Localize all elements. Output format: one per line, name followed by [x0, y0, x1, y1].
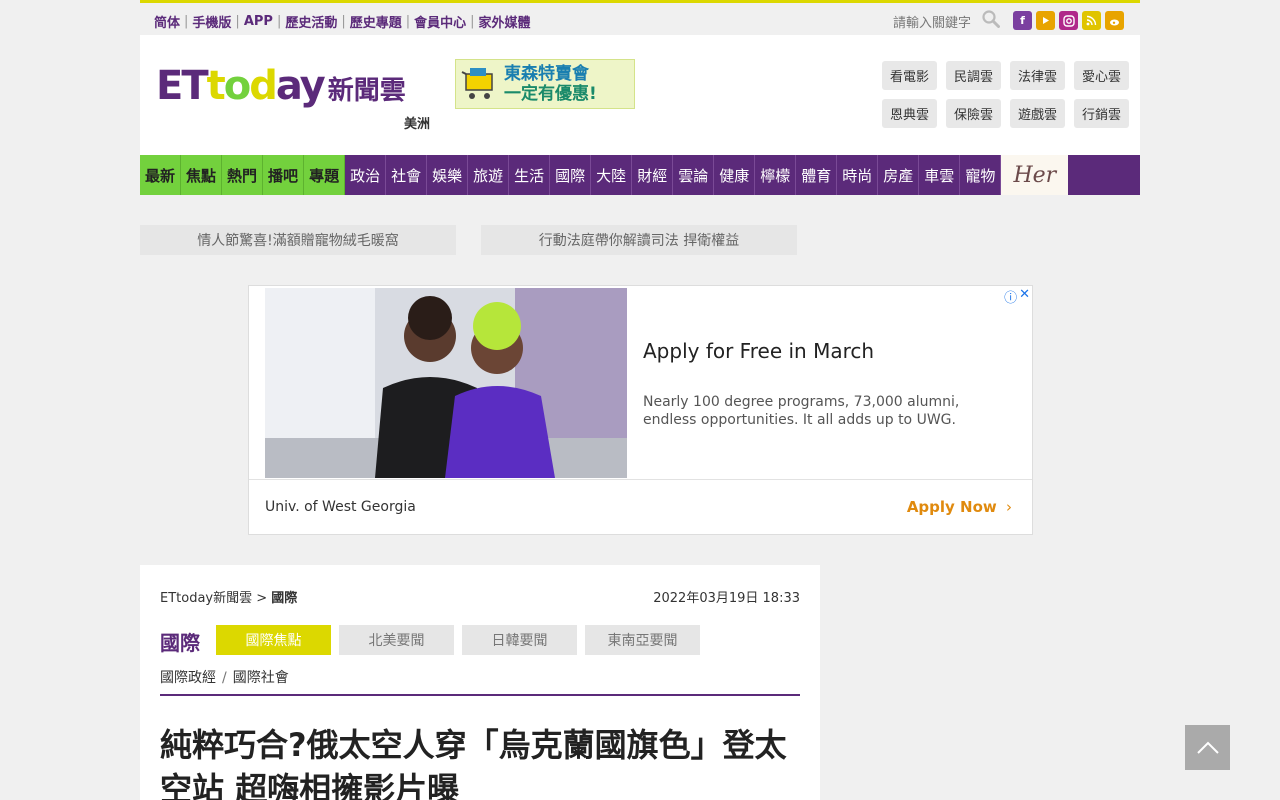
ad-controls: ⓘ ✕ [1004, 287, 1030, 306]
promo-strip-court[interactable]: 行動法庭帶你解讀司法 捍衛權益 [481, 225, 797, 255]
section-sublinks: 國際政經 / 國際社會 [160, 670, 289, 686]
ad-divider [249, 479, 1032, 480]
advertisement[interactable]: ⓘ ✕ Apply for Free in March Nearly 100 d… [248, 285, 1033, 535]
shopping-cart-icon [456, 60, 504, 108]
facebook-icon[interactable]: f [1013, 11, 1032, 30]
chevron-right-icon: › [1006, 498, 1012, 516]
ad-photo[interactable] [265, 288, 627, 478]
weibo-icon[interactable] [1105, 11, 1124, 30]
top-link-mobile[interactable]: 手機版 [192, 12, 231, 31]
social-icons: f [1013, 11, 1124, 30]
top-link-app[interactable]: APP [244, 14, 273, 29]
main-nav: 最新 焦點 熱門 播吧 專題 政治 社會 娛樂 旅遊 生活 國際 大陸 財經 雲… [140, 155, 1140, 195]
top-link-simplified[interactable]: 简体 [154, 12, 180, 31]
article-panel: ETtoday新聞雲 > 國際 2022年03月19日 18:33 國際 國際焦… [140, 565, 820, 800]
cloud-link-movie[interactable]: 看電影 [882, 61, 937, 90]
promo-banner[interactable]: 東森特賣會 一定有優惠! [455, 59, 635, 109]
nav-item-fashion[interactable]: 時尚 [837, 155, 879, 195]
instagram-icon[interactable] [1059, 11, 1078, 30]
breadcrumb: ETtoday新聞雲 > 國際 [160, 587, 297, 606]
cloud-link-insurance[interactable]: 保險雲 [946, 99, 1001, 128]
article-headline: 純粹巧合?俄太空人穿「烏克蘭國旗色」登太空站 超嗨相擁影片曝 [160, 726, 787, 800]
region-label[interactable]: 美洲 [404, 113, 430, 132]
nav-item-entertainment[interactable]: 娛樂 [427, 155, 469, 195]
ad-title[interactable]: Apply for Free in March [643, 339, 874, 363]
top-link-history-events[interactable]: 歷史活動 [285, 12, 337, 31]
divider [160, 694, 800, 696]
nav-item-sports[interactable]: 體育 [796, 155, 838, 195]
nav-item-her[interactable]: Her [1001, 155, 1069, 195]
tab-japan-korea[interactable]: 日韓要聞 [462, 625, 577, 655]
ad-brand[interactable]: Univ. of West Georgia [265, 499, 416, 515]
nav-item-politics[interactable]: 政治 [345, 155, 387, 195]
cloud-link-poll[interactable]: 民調雲 [946, 61, 1001, 90]
promo-strip-pet[interactable]: 情人節驚喜!滿額贈寵物絨毛暖窩 [140, 225, 456, 255]
nav-item-life[interactable]: 生活 [509, 155, 551, 195]
ad-description: Nearly 100 degree programs, 73,000 alumn… [643, 394, 960, 428]
nav-item-video[interactable]: 播吧 [263, 155, 305, 195]
breadcrumb-current[interactable]: 國際 [271, 591, 297, 606]
nav-item-finance[interactable]: 財經 [632, 155, 674, 195]
nav-item-pets[interactable]: 寵物 [960, 155, 1002, 195]
nav-item-travel[interactable]: 旅遊 [468, 155, 510, 195]
cloud-link-charity[interactable]: 愛心雲 [1074, 61, 1129, 90]
youtube-icon[interactable] [1036, 11, 1055, 30]
cloud-link-game[interactable]: 遊戲雲 [1010, 99, 1065, 128]
close-icon[interactable]: ✕ [1019, 287, 1030, 306]
banner-line-1: 東森特賣會 [504, 64, 589, 84]
nav-item-hot[interactable]: 熱門 [222, 155, 264, 195]
sublink-society[interactable]: 國際社會 [233, 670, 289, 686]
header: ET today 新聞雲 美洲 東森特賣會 一定有優惠! 看電影 民調雲 法律雲… [140, 35, 1140, 155]
site-logo[interactable]: ET today 新聞雲 [156, 63, 406, 109]
cloud-links: 看電影 民調雲 法律雲 愛心雲 恩典雲 保險雲 遊戲雲 行銷雲 [882, 61, 1129, 128]
chevron-up-icon [1196, 741, 1219, 754]
nav-item-society[interactable]: 社會 [386, 155, 428, 195]
cloud-link-marketing[interactable]: 行銷雲 [1074, 99, 1129, 128]
ad-cta-button[interactable]: Apply Now › [907, 498, 1012, 516]
breadcrumb-root[interactable]: ETtoday新聞雲 > [160, 591, 267, 606]
tab-international-focus[interactable]: 國際焦點 [216, 625, 331, 655]
sublink-politics-economy[interactable]: 國際政經 [160, 670, 216, 686]
nav-item-cars[interactable]: 車雲 [919, 155, 961, 195]
ad-info-icon[interactable]: ⓘ [1004, 287, 1017, 306]
top-bar: 简体 | 手機版 | APP | 歷史活動 | 歷史專題 | 會員中心 | 家外媒體 請輸入… [140, 0, 1140, 35]
cloud-link-law[interactable]: 法律雲 [1010, 61, 1065, 90]
search-icon[interactable] [982, 10, 1000, 28]
section-title[interactable]: 國際 [160, 627, 200, 656]
nav-item-property[interactable]: 房產 [878, 155, 920, 195]
tab-north-america[interactable]: 北美要聞 [339, 625, 454, 655]
nav-item-lemon[interactable]: 檸檬 [755, 155, 797, 195]
nav-item-topics[interactable]: 專題 [304, 155, 346, 195]
nav-item-mainland[interactable]: 大陸 [591, 155, 633, 195]
back-to-top-button[interactable] [1185, 725, 1230, 770]
top-link-outdoor-media[interactable]: 家外媒體 [479, 12, 531, 31]
article-date: 2022年03月19日 18:33 [653, 591, 800, 606]
nav-item-latest[interactable]: 最新 [140, 155, 182, 195]
nav-item-focus[interactable]: 焦點 [181, 155, 223, 195]
banner-line-2: 一定有優惠! [504, 84, 597, 104]
tab-southeast-asia[interactable]: 東南亞要聞 [585, 625, 700, 655]
top-link-history-topics[interactable]: 歷史專題 [350, 12, 402, 31]
rss-icon[interactable] [1082, 11, 1101, 30]
nav-item-opinion[interactable]: 雲論 [673, 155, 715, 195]
cloud-link-grace[interactable]: 恩典雲 [882, 99, 937, 128]
section-subtabs: 國際焦點 北美要聞 日韓要聞 東南亞要聞 [216, 625, 700, 655]
top-links: 简体 | 手機版 | APP | 歷史活動 | 歷史專題 | 會員中心 | 家外媒體 [154, 12, 531, 31]
search-input[interactable]: 請輸入關鍵字 [893, 12, 971, 31]
top-link-member-center[interactable]: 會員中心 [414, 12, 466, 31]
nav-item-health[interactable]: 健康 [714, 155, 756, 195]
nav-item-international[interactable]: 國際 [550, 155, 592, 195]
